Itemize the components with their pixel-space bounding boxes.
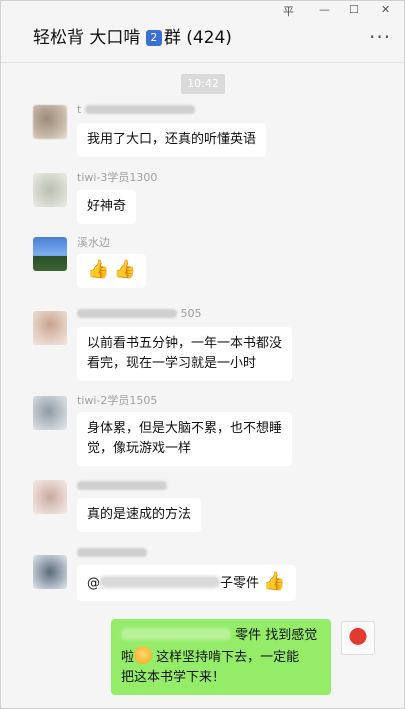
avatar[interactable]: [33, 173, 67, 207]
sender-name: 505: [77, 307, 202, 320]
thumbs-up-icon: 👍: [113, 259, 136, 280]
message-bubble[interactable]: 👍 👍: [77, 254, 146, 288]
chat-window: 轻松背 大口啃 2群 (424) 平 — ☐ ✕ ··· 10:42 t 我用了…: [0, 0, 405, 709]
close-button[interactable]: ✕: [381, 3, 390, 16]
avatar[interactable]: [33, 311, 67, 345]
avatar[interactable]: [33, 480, 67, 514]
message-bubble[interactable]: 身体累，但是大脑不累，也不想睡觉，像玩游戏一样: [77, 412, 292, 466]
chat-title: 轻松背 大口啃 2群 (424): [33, 23, 232, 48]
sender-name: [77, 546, 147, 559]
avatar[interactable]: [33, 237, 67, 271]
message-bubble[interactable]: @ 子零件 👍: [77, 565, 296, 601]
avatar[interactable]: [33, 555, 67, 589]
self-message-bubble[interactable]: 零件 找到感觉 啦 这样坚持啃下去，一定能 把这本书学下来！: [111, 619, 331, 695]
message-bubble[interactable]: 真的是速成的方法: [77, 498, 202, 532]
avatar[interactable]: [33, 396, 67, 430]
sender-name: tiwi-3学员1300: [77, 171, 158, 184]
message-bubble[interactable]: 好神奇: [77, 190, 137, 224]
sender-name: 溪水边: [77, 236, 110, 249]
timestamp-badge: 10:42: [181, 74, 225, 94]
group-member-count: 群 (424): [163, 28, 232, 48]
message-bubble[interactable]: 以前看书五分钟，一年一本书都没看完，现在一学习就是一小时: [77, 327, 292, 381]
thumbs-up-icon: 👍: [87, 259, 110, 280]
maximize-button[interactable]: ☐: [349, 3, 359, 16]
number-badge: 2: [145, 30, 162, 46]
avatar[interactable]: [33, 105, 67, 139]
more-options-icon[interactable]: ···: [369, 25, 391, 49]
minimize-button[interactable]: —: [319, 3, 330, 16]
laughing-face-icon: [134, 646, 153, 664]
self-avatar[interactable]: [341, 621, 375, 655]
sender-name: [77, 479, 167, 492]
sender-name: tiwi-2学员1505: [77, 394, 158, 407]
group-name: 轻松背 大口啃: [33, 28, 141, 48]
chat-header: 轻松背 大口啃 2群 (424) 平 — ☐ ✕ ···: [1, 1, 404, 63]
message-bubble[interactable]: 我用了大口，还真的听懂英语: [77, 123, 267, 157]
thumbs-up-icon: 👍: [263, 571, 286, 592]
pin-icon[interactable]: 平: [283, 3, 294, 19]
sender-name: t: [77, 103, 195, 116]
